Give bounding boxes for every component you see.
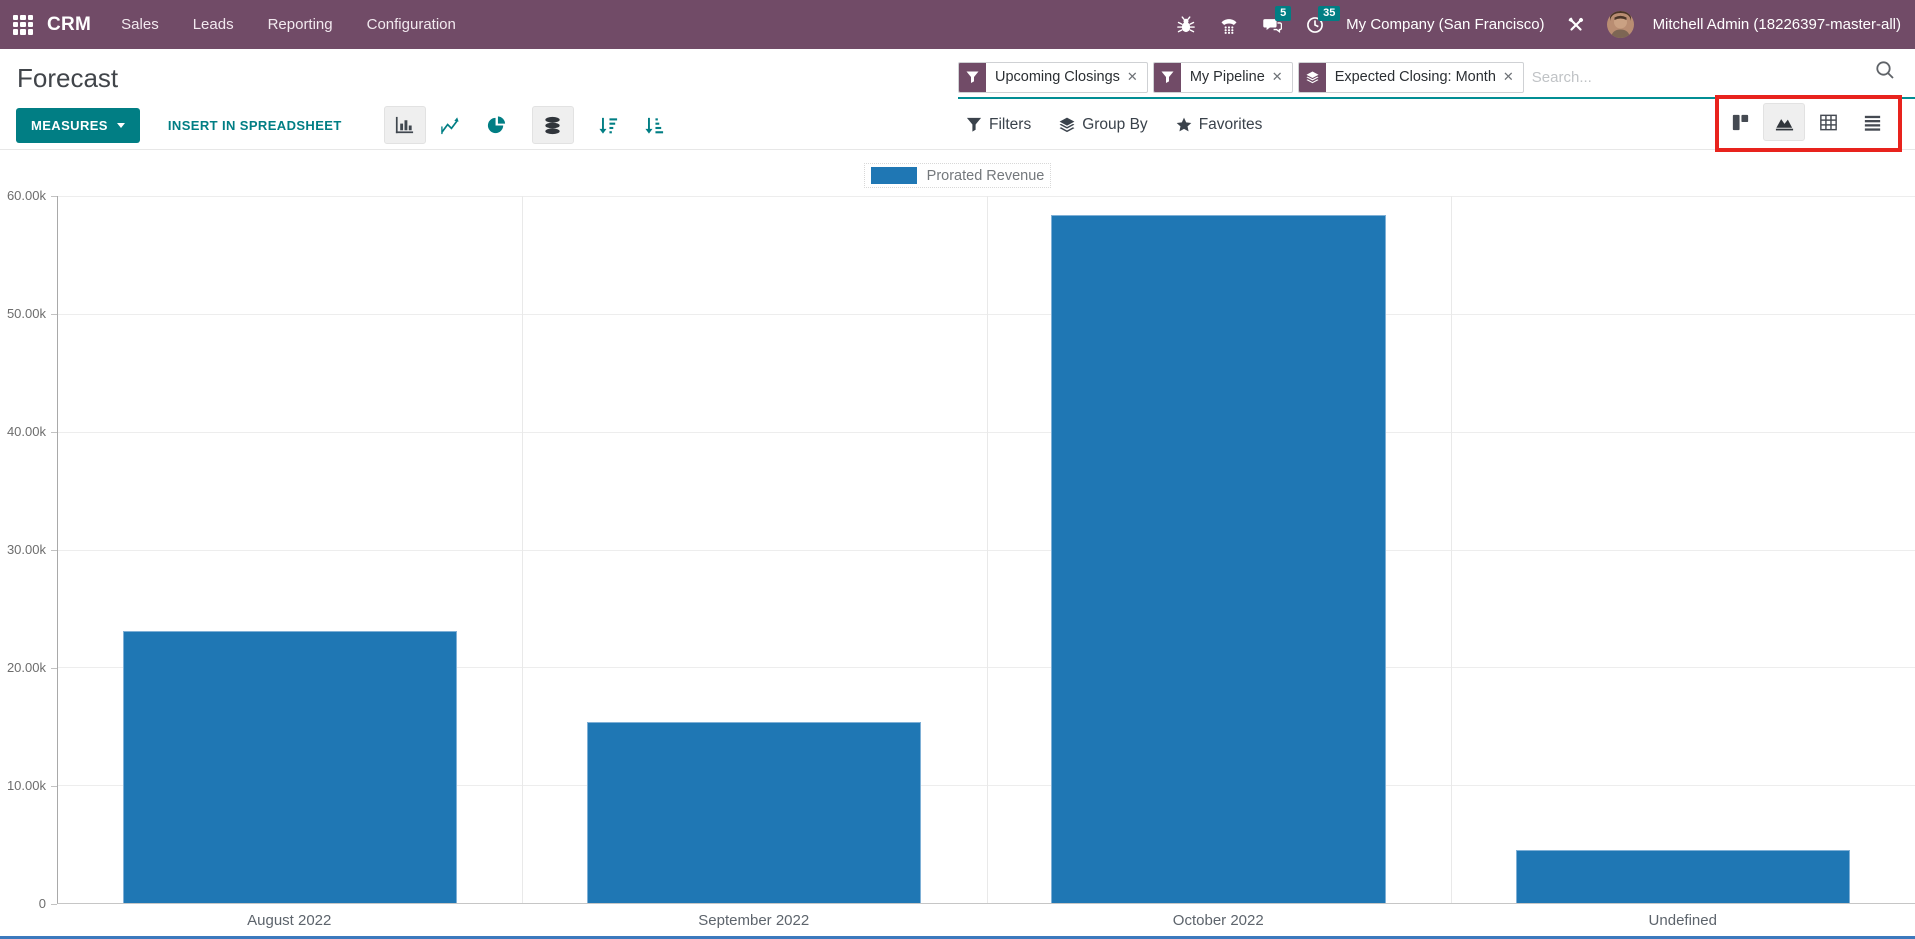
stacked-button[interactable]	[532, 106, 574, 144]
filter-icon	[966, 117, 982, 133]
facet-remove-icon[interactable]: ✕	[1272, 63, 1292, 92]
group-by-button[interactable]: Group By	[1059, 116, 1147, 134]
bar-september-2022[interactable]	[587, 722, 921, 903]
pivot-view-button[interactable]	[1807, 103, 1849, 141]
facet-my-pipeline[interactable]: My Pipeline ✕	[1153, 62, 1293, 93]
toolbar: MEASURES INSERT IN SPREADSHEET	[0, 100, 1915, 150]
layers-icon	[1299, 63, 1326, 92]
apps-menu-icon[interactable]	[13, 15, 33, 35]
company-switcher[interactable]: My Company (San Francisco)	[1346, 16, 1544, 33]
legend-label: Prorated Revenue	[927, 168, 1045, 184]
x-axis-labels: August 2022September 2022October 2022Und…	[57, 912, 1915, 936]
vertical-gridline	[987, 196, 988, 903]
y-axis: 010.00k20.00k30.00k40.00k50.00k60.00k	[0, 196, 57, 904]
bar-chart-button[interactable]	[384, 106, 426, 144]
page-title: Forecast	[17, 63, 118, 94]
graph-view: Prorated Revenue 0 10.00k 20.00k 30.00k 40.0…	[0, 150, 1915, 939]
legend-swatch	[871, 167, 917, 184]
y-axis-tick-label: 10.00k	[7, 778, 46, 793]
sort-descending-button[interactable]	[588, 106, 630, 144]
chart-legend: Prorated Revenue	[0, 163, 1915, 188]
y-axis-tick-label: 0	[39, 896, 46, 911]
bar-october-2022[interactable]	[1051, 215, 1385, 903]
filter-icon	[959, 63, 986, 92]
user-menu[interactable]: Mitchell Admin (18226397-master-all)	[1653, 16, 1901, 33]
view-switcher	[1719, 103, 1893, 141]
graph-view-button[interactable]	[1763, 103, 1805, 141]
list-view-button[interactable]	[1851, 103, 1893, 141]
y-axis-tick-label: 30.00k	[7, 542, 46, 557]
list-icon	[1862, 112, 1883, 133]
bar-august-2022[interactable]	[123, 631, 457, 903]
menu-leads[interactable]: Leads	[193, 16, 234, 33]
vertical-gridline	[1451, 196, 1452, 903]
y-axis-tick	[51, 904, 57, 905]
search-input[interactable]	[1532, 69, 1863, 86]
control-panel: Forecast Upcoming Closings ✕ My Pipeline…	[0, 49, 1915, 150]
messages-icon[interactable]: 5	[1260, 13, 1284, 37]
search-facets: Upcoming Closings ✕ My Pipeline ✕ Expect…	[958, 62, 1524, 93]
graph-icon	[1774, 112, 1795, 133]
sort-ascending-button[interactable]	[634, 106, 676, 144]
voip-phone-icon[interactable]	[1217, 13, 1241, 37]
line-chart-button[interactable]	[430, 106, 472, 144]
facet-remove-icon[interactable]: ✕	[1503, 63, 1523, 92]
search-icon[interactable]	[1874, 59, 1896, 86]
x-axis-category-label: August 2022	[57, 912, 522, 929]
app-name[interactable]: CRM	[47, 14, 91, 36]
y-axis-tick-label: 50.00k	[7, 306, 46, 321]
bug-icon[interactable]	[1174, 13, 1198, 37]
facet-remove-icon[interactable]: ✕	[1127, 63, 1147, 92]
plot-area	[57, 196, 1915, 904]
y-axis-tick-label: 40.00k	[7, 424, 46, 439]
y-axis-tick-label: 20.00k	[7, 660, 46, 675]
menu-sales[interactable]: Sales	[121, 16, 159, 33]
chart-type-buttons	[384, 106, 676, 144]
topbar-systray: 5 35 My Company (San Francisco) Mitchell…	[1174, 11, 1915, 38]
legend-item[interactable]: Prorated Revenue	[864, 163, 1052, 188]
pie-chart-button[interactable]	[476, 106, 518, 144]
favorites-button[interactable]: Favorites	[1176, 116, 1263, 134]
tools-icon[interactable]	[1564, 13, 1588, 37]
messages-badge: 5	[1275, 6, 1291, 21]
bar-undefined[interactable]	[1516, 850, 1850, 903]
menu-configuration[interactable]: Configuration	[367, 16, 456, 33]
filter-icon	[1154, 63, 1181, 92]
facet-expected-closing[interactable]: Expected Closing: Month ✕	[1298, 62, 1524, 93]
filters-button[interactable]: Filters	[966, 116, 1031, 134]
x-axis-category-label: September 2022	[522, 912, 987, 929]
top-navbar: CRM Sales Leads Reporting Configuration …	[0, 0, 1915, 49]
x-axis-category-label: October 2022	[986, 912, 1451, 929]
measures-button[interactable]: MEASURES	[16, 108, 140, 143]
vertical-gridline	[522, 196, 523, 903]
user-avatar[interactable]	[1607, 11, 1634, 38]
search-options: Filters Group By Favorites	[966, 100, 1262, 150]
kanban-view-button[interactable]	[1719, 103, 1761, 141]
chevron-down-icon	[117, 123, 125, 128]
facet-upcoming-closings[interactable]: Upcoming Closings ✕	[958, 62, 1148, 93]
activities-badge: 35	[1318, 6, 1340, 21]
x-axis-category-label: Undefined	[1451, 912, 1915, 929]
pivot-icon	[1818, 112, 1839, 133]
top-menu: Sales Leads Reporting Configuration	[121, 16, 456, 33]
insert-in-spreadsheet-button[interactable]: INSERT IN SPREADSHEET	[168, 118, 342, 133]
activities-clock-icon[interactable]: 35	[1303, 13, 1327, 37]
layers-icon	[1059, 117, 1075, 133]
search-bar: Upcoming Closings ✕ My Pipeline ✕ Expect…	[958, 57, 1915, 99]
star-icon	[1176, 117, 1192, 133]
kanban-icon	[1730, 112, 1751, 133]
y-axis-tick-label: 60.00k	[7, 188, 46, 203]
menu-reporting[interactable]: Reporting	[268, 16, 333, 33]
